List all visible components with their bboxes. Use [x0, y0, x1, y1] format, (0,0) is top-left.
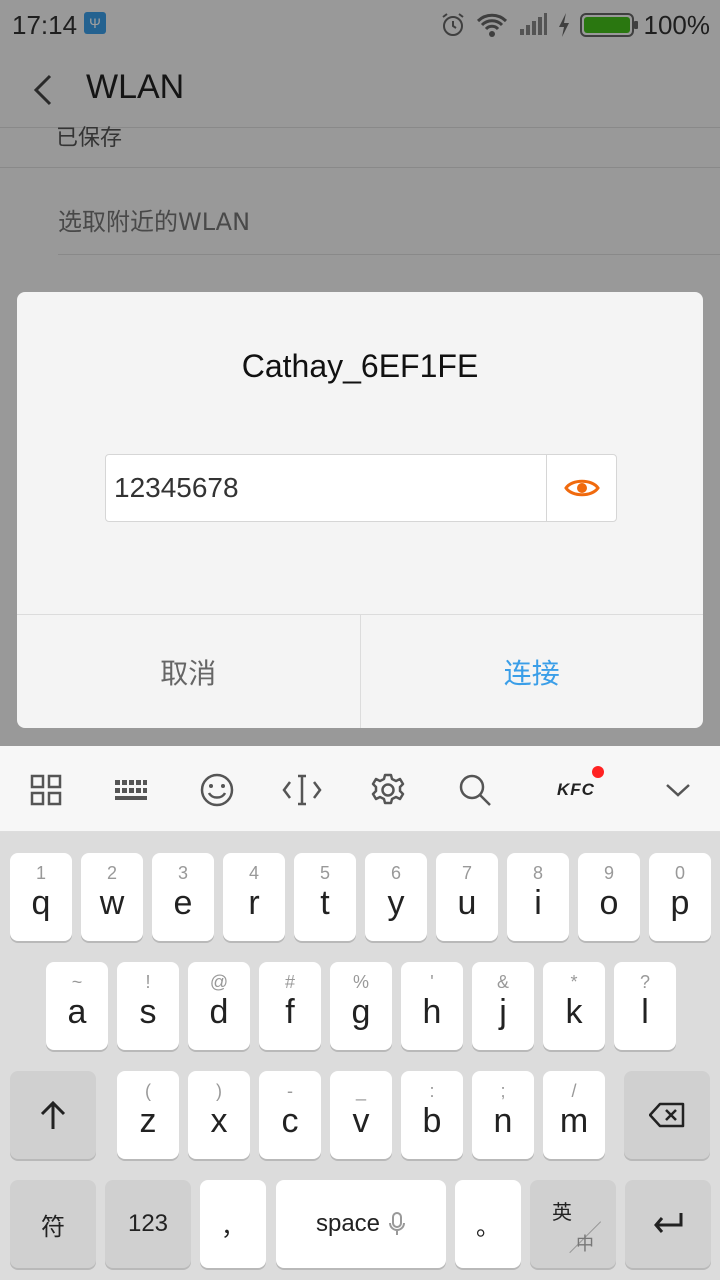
language-switch-key[interactable]: 英 中: [530, 1180, 616, 1268]
key-y[interactable]: 6y: [365, 853, 427, 941]
search-icon[interactable]: [453, 768, 497, 812]
key-x[interactable]: ) x: [188, 1071, 250, 1159]
notification-dot: [592, 766, 604, 778]
key-k[interactable]: * k: [543, 962, 605, 1050]
wifi-password-dialog: Cathay_6EF1FE 取消 连接: [17, 292, 703, 728]
key-w[interactable]: 2w: [81, 853, 143, 941]
microphone-icon: [389, 1212, 406, 1235]
enter-key[interactable]: [625, 1180, 711, 1268]
password-field: [105, 454, 617, 522]
key-h[interactable]: ' h: [401, 962, 463, 1050]
kfc-icon[interactable]: KFC: [548, 766, 604, 812]
key-m[interactable]: / m: [543, 1071, 605, 1159]
shift-key[interactable]: [10, 1071, 96, 1159]
key-c[interactable]: -c: [259, 1071, 321, 1159]
chevron-down-icon[interactable]: [656, 768, 700, 812]
connect-button[interactable]: 连接: [361, 615, 704, 728]
comma-key[interactable]: ，: [200, 1180, 266, 1268]
space-key[interactable]: space: [276, 1180, 446, 1268]
shift-arrow-icon: [40, 1100, 66, 1129]
key-n[interactable]: ; n: [472, 1071, 534, 1159]
password-input[interactable]: [106, 455, 546, 521]
show-password-button[interactable]: [546, 455, 616, 521]
lang-secondary: 中: [576, 1234, 594, 1254]
space-label: space: [315, 1210, 381, 1237]
key-f[interactable]: # f: [259, 962, 321, 1050]
kfc-label: KFC: [557, 780, 595, 799]
key-d[interactable]: @ d: [188, 962, 250, 1050]
key-l[interactable]: ? l: [614, 962, 676, 1050]
backspace-key[interactable]: [624, 1071, 710, 1159]
key-u[interactable]: 7u: [436, 853, 498, 941]
key-g[interactable]: % g: [330, 962, 392, 1050]
keyboard-icon[interactable]: [109, 768, 153, 812]
key-v[interactable]: _ v: [330, 1071, 392, 1159]
key-s[interactable]: ! s: [117, 962, 179, 1050]
key-r[interactable]: 4r: [223, 853, 285, 941]
number-key[interactable]: 123: [105, 1180, 191, 1268]
cancel-button[interactable]: 取消: [17, 615, 361, 728]
key-j[interactable]: & j: [472, 962, 534, 1050]
period-key[interactable]: 。: [455, 1180, 521, 1268]
dialog-buttons: 取消 连接: [17, 614, 703, 728]
key-e[interactable]: 3e: [152, 853, 214, 941]
key-a[interactable]: ~ a: [46, 962, 108, 1050]
backspace-icon: [649, 1102, 685, 1128]
enter-icon: [654, 1213, 683, 1233]
key-i[interactable]: 8i: [507, 853, 569, 941]
key-p[interactable]: 0p: [649, 853, 711, 941]
soft-keyboard: 1q 2w 3e 4r 5t 6y 7u 8i 9o 0p ~ a ! s @ d #…: [0, 832, 720, 1280]
key-b[interactable]: :b: [401, 1071, 463, 1159]
key-o[interactable]: 9o: [578, 853, 640, 941]
keyboard-toolbar: KFC: [0, 746, 720, 832]
cursor-icon[interactable]: [280, 768, 324, 812]
symbol-key[interactable]: 符: [10, 1180, 96, 1268]
show-password-icon: [563, 479, 600, 497]
network-name: Cathay_6EF1FE: [241, 348, 479, 384]
key-z[interactable]: (z: [117, 1071, 179, 1159]
emoji-icon[interactable]: [195, 768, 239, 812]
key-t[interactable]: 5t: [294, 853, 356, 941]
grid-icon[interactable]: [24, 768, 68, 812]
key-q[interactable]: 1q: [10, 853, 72, 941]
settings-icon[interactable]: [366, 768, 410, 812]
